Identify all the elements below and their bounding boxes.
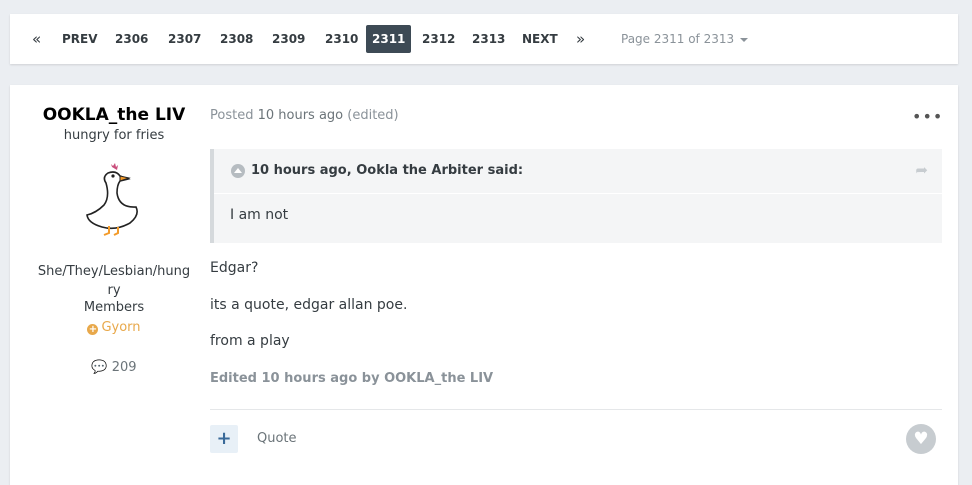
author-name[interactable]: OOKLA_the LIV <box>10 105 218 125</box>
rank-label: Gyorn <box>101 320 141 335</box>
author-pronouns: She/They/Lesbian/hungry <box>37 264 191 298</box>
comment-icon: 💬 <box>91 360 108 375</box>
quote-button[interactable]: Quote <box>257 431 297 446</box>
share-icon[interactable]: ➦ <box>915 161 928 179</box>
author-tagline: hungry for fries <box>63 128 165 143</box>
last-page-icon[interactable]: » <box>570 25 591 53</box>
edited-tag: (edited) <box>347 108 399 123</box>
page-link-2308[interactable]: 2308 <box>214 25 259 53</box>
pagination-bar: « PREV 2306 2307 2308 2309 2310 2311 231… <box>10 14 958 64</box>
next-page-button[interactable]: NEXT <box>516 25 564 53</box>
quote-block: 10 hours ago, Ookla the Arbiter said: ➦ … <box>210 149 942 243</box>
post-count-value: 209 <box>111 360 137 375</box>
heart-icon[interactable]: ♥ <box>906 424 936 454</box>
page-jump-dropdown[interactable]: Page 2311 of 2313 <box>621 32 749 46</box>
posted-time[interactable]: 10 hours ago <box>258 108 344 123</box>
post-card: OOKLA_the LIV hungry for fries She/They/… <box>10 85 958 485</box>
page-info-label: Page 2311 of 2313 <box>621 32 735 46</box>
collapse-quote-icon[interactable] <box>231 164 245 178</box>
page-link-2310[interactable]: 2310 <box>319 25 364 53</box>
quote-citation: 10 hours ago, Ookla the Arbiter said: <box>251 163 524 178</box>
page-link-2306[interactable]: 2306 <box>109 25 154 53</box>
posted-prefix: Posted <box>210 108 254 123</box>
page-link-2311-current[interactable]: 2311 <box>366 25 411 53</box>
post-line-1: Edgar? <box>210 260 259 276</box>
page-link-2312[interactable]: 2312 <box>416 25 461 53</box>
prev-page-button[interactable]: PREV <box>56 25 104 53</box>
divider <box>210 409 942 410</box>
page-link-2307[interactable]: 2307 <box>162 25 207 53</box>
author-group: Members <box>83 300 145 315</box>
page-link-2313[interactable]: 2313 <box>466 25 511 53</box>
caret-down-icon <box>740 37 749 42</box>
page-link-2309[interactable]: 2309 <box>266 25 311 53</box>
quote-text: I am not <box>230 207 289 223</box>
first-page-icon[interactable]: « <box>26 25 47 53</box>
post-meta: Posted 10 hours ago (edited) <box>210 108 399 123</box>
post-count[interactable]: 💬 209 <box>10 360 218 375</box>
author-rank: + Gyorn <box>10 320 218 335</box>
multiquote-button[interactable]: + <box>210 425 238 453</box>
post-line-3: from a play <box>210 333 290 349</box>
goose-avatar[interactable] <box>82 163 146 237</box>
quote-header: 10 hours ago, Ookla the Arbiter said: ➦ <box>214 149 942 194</box>
more-options-icon[interactable]: ••• <box>912 107 943 126</box>
edited-note: Edited 10 hours ago by OOKLA_the LIV <box>210 371 494 386</box>
post-line-2: its a quote, edgar allan poe. <box>210 297 408 313</box>
rank-plus-icon: + <box>87 324 99 335</box>
